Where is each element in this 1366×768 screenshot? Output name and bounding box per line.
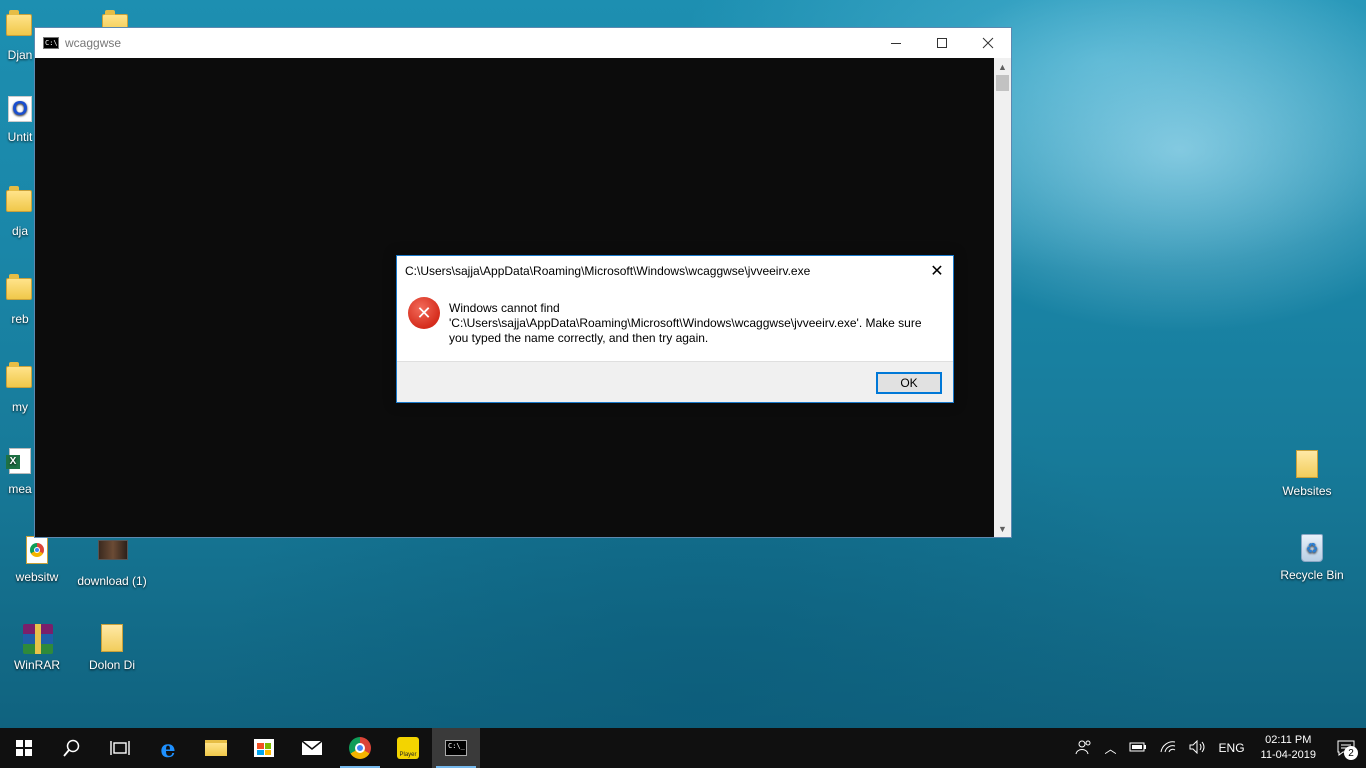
close-button[interactable]: [965, 28, 1011, 58]
system-tray: ︿ ENG 02:11 PM 11-04-2019 2: [1069, 728, 1366, 768]
console-title: wcaggwse: [65, 36, 122, 50]
taskbar: e Player C:\_ ︿ ENG 02:11 PM 11-04-2019 …: [0, 728, 1366, 768]
file-explorer-button[interactable]: [192, 728, 240, 768]
folder-icon: [1293, 450, 1321, 480]
dialog-titlebar[interactable]: C:\Users\sajja\AppData\Roaming\Microsoft…: [397, 256, 953, 286]
notification-count-badge: 2: [1344, 746, 1358, 760]
desktop-icon-label: Djan: [7, 48, 33, 62]
volume-icon: [1189, 739, 1205, 754]
cmd-icon: C:\: [43, 37, 59, 49]
excel-icon: X: [6, 448, 34, 478]
network-button[interactable]: [1153, 740, 1183, 757]
store-icon: [254, 739, 274, 757]
error-message-line: 'C:\Users\sajja\AppData\Roaming\Microsof…: [449, 316, 922, 330]
folder-icon: [98, 624, 126, 654]
desktop-icon-websitw[interactable]: websitw: [0, 536, 74, 584]
console-titlebar[interactable]: C:\ wcaggwse: [35, 28, 1011, 58]
clock-date: 11-04-2019: [1260, 749, 1316, 761]
desktop-icon-websites[interactable]: Websites: [1270, 450, 1344, 498]
folder-icon: [6, 186, 34, 220]
desktop-icon-recycle-bin[interactable]: ♻ Recycle Bin: [1275, 534, 1349, 582]
folder-icon: [6, 10, 34, 44]
desktop-icon-label: Untit: [7, 130, 33, 144]
desktop-icon-label: Recycle Bin: [1280, 568, 1344, 582]
desktop-icon-label: dja: [11, 224, 28, 238]
people-icon: [1075, 740, 1091, 754]
edge-icon: e: [160, 733, 176, 763]
wifi-icon: [1160, 740, 1175, 752]
dialog-close-button[interactable]: ✕: [921, 256, 953, 286]
task-view-button[interactable]: [96, 728, 144, 768]
desktop-icon-label: Dolon Di: [88, 658, 136, 672]
desktop-icon-winrar[interactable]: WinRAR: [0, 624, 74, 672]
chrome-shortcut-icon: [23, 536, 51, 566]
maximize-button[interactable]: [919, 28, 965, 58]
desktop-icon-dolon-di[interactable]: Dolon Di: [75, 624, 149, 672]
minimize-icon: [891, 42, 901, 44]
show-hidden-icons-button[interactable]: ︿: [1099, 740, 1123, 757]
desktop-icon-label: reb: [11, 312, 29, 326]
error-message: Windows cannot find 'C:\Users\sajja\AppD…: [449, 301, 939, 346]
battery-button[interactable]: [1123, 741, 1153, 756]
folder-icon: [6, 362, 34, 396]
chrome-button[interactable]: [336, 728, 384, 768]
scroll-up-arrow-icon[interactable]: ▲: [994, 58, 1011, 75]
minimize-button[interactable]: [873, 28, 919, 58]
windows-logo-icon: [16, 740, 32, 756]
mail-icon: [301, 740, 323, 755]
error-message-line: Windows cannot find: [449, 301, 560, 315]
desktop-icon-label: my: [12, 400, 28, 414]
action-center-button[interactable]: 2: [1326, 728, 1366, 768]
folder-icon: [6, 274, 34, 308]
volume-button[interactable]: [1183, 739, 1213, 757]
close-icon: ✕: [930, 263, 944, 280]
chrome-icon: [349, 737, 371, 759]
image-file-icon: [98, 540, 128, 570]
start-button[interactable]: [0, 728, 48, 768]
clock[interactable]: 02:11 PM 11-04-2019: [1251, 733, 1326, 763]
cmd-icon: C:\_: [445, 740, 467, 756]
desktop-icon-label: download (1): [77, 574, 147, 588]
dialog-body: ✕ Windows cannot find 'C:\Users\sajja\Ap…: [397, 286, 953, 362]
error-dialog[interactable]: C:\Users\sajja\AppData\Roaming\Microsoft…: [396, 255, 954, 403]
maximize-icon: [937, 38, 947, 48]
console-scrollbar[interactable]: ▲ ▼: [994, 58, 1011, 537]
desktop-icon-label: websitw: [15, 570, 59, 584]
player-label: Player: [399, 752, 417, 758]
error-icon: ✕: [408, 297, 440, 329]
dialog-footer: OK: [397, 361, 953, 402]
desktop-icon-download[interactable]: download (1): [75, 536, 149, 588]
desktop-icon-label: mea: [8, 482, 32, 496]
desktop-icon-label: WinRAR: [13, 658, 60, 672]
ok-button[interactable]: OK: [876, 372, 942, 394]
desktop-icon-label: Websites: [1282, 484, 1332, 498]
battery-icon: [1129, 742, 1146, 751]
clock-time: 02:11 PM: [1265, 734, 1312, 746]
dialog-title: C:\Users\sajja\AppData\Roaming\Microsoft…: [405, 264, 811, 278]
search-button[interactable]: [48, 728, 96, 768]
chevron-up-icon: ︿: [1104, 741, 1117, 756]
error-message-line: you typed the name correctly, and then t…: [449, 331, 709, 345]
close-icon: [982, 37, 994, 49]
recycle-bin-icon: ♻: [1298, 534, 1326, 564]
search-icon: [63, 739, 80, 757]
file-explorer-icon: [205, 740, 227, 756]
people-button[interactable]: [1069, 739, 1099, 758]
player-icon: Player: [397, 737, 419, 759]
winrar-icon: [23, 624, 53, 654]
player-button[interactable]: Player: [384, 728, 432, 768]
mail-button[interactable]: [288, 728, 336, 768]
task-view-icon: [110, 741, 130, 755]
scroll-down-arrow-icon[interactable]: ▼: [994, 520, 1011, 537]
scroll-thumb[interactable]: [996, 75, 1009, 91]
cmd-taskbar-button[interactable]: C:\_: [432, 728, 480, 768]
edge-button[interactable]: e: [144, 728, 192, 768]
store-button[interactable]: [240, 728, 288, 768]
language-indicator[interactable]: ENG: [1213, 741, 1251, 755]
app-icon: O: [6, 96, 34, 126]
